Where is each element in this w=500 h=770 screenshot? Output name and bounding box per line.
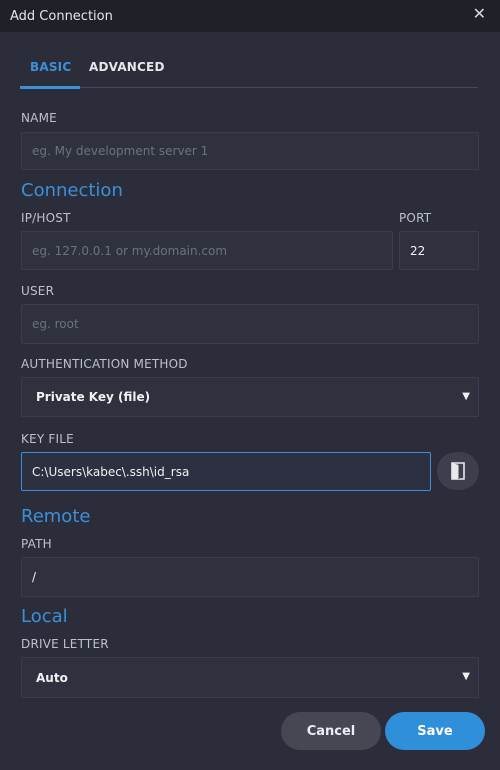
host-field-container [21,231,393,270]
port-input[interactable] [410,232,478,269]
key-file-field-container [21,452,431,491]
browse-key-file-button[interactable] [437,452,479,490]
drive-letter-label: DRIVE LETTER [21,637,109,651]
tab-bar: BASIC ADVANCED [20,52,478,89]
host-label: IP/HOST [21,211,71,225]
path-field-container [21,557,479,597]
tab-basic[interactable]: BASIC [30,60,71,74]
host-input[interactable] [32,232,392,269]
key-file-input[interactable] [32,453,430,490]
name-input[interactable] [32,133,478,169]
save-button[interactable]: Save [385,712,485,750]
tab-advanced[interactable]: ADVANCED [89,60,165,74]
section-remote: Remote [21,506,91,527]
close-icon[interactable]: ✕ [473,5,486,23]
key-file-label: KEY FILE [21,432,74,446]
dropdown-arrow-icon: ▼ [462,671,470,682]
name-field-container [21,132,479,170]
section-connection: Connection [21,180,123,201]
user-field-container [21,304,479,344]
window-title: Add Connection [10,8,113,24]
active-tab-indicator [20,86,80,89]
drive-letter-select[interactable]: Auto ▼ [21,657,479,698]
auth-method-value: Private Key (file) [36,390,151,404]
drive-letter-value: Auto [36,670,68,685]
cancel-button[interactable]: Cancel [281,712,381,750]
auth-method-select[interactable]: Private Key (file) ▼ [21,377,479,417]
folder-icon [451,462,465,480]
user-input[interactable] [32,305,478,343]
title-bar: Add Connection ✕ [0,0,500,32]
dropdown-arrow-icon: ▼ [462,391,470,402]
port-label: PORT [399,211,432,225]
path-input[interactable] [32,558,478,596]
auth-method-label: AUTHENTICATION METHOD [21,357,188,371]
user-label: USER [21,284,55,298]
path-label: PATH [21,537,52,551]
section-local: Local [21,606,68,627]
port-field-container [399,231,479,270]
name-label: NAME [21,111,57,125]
